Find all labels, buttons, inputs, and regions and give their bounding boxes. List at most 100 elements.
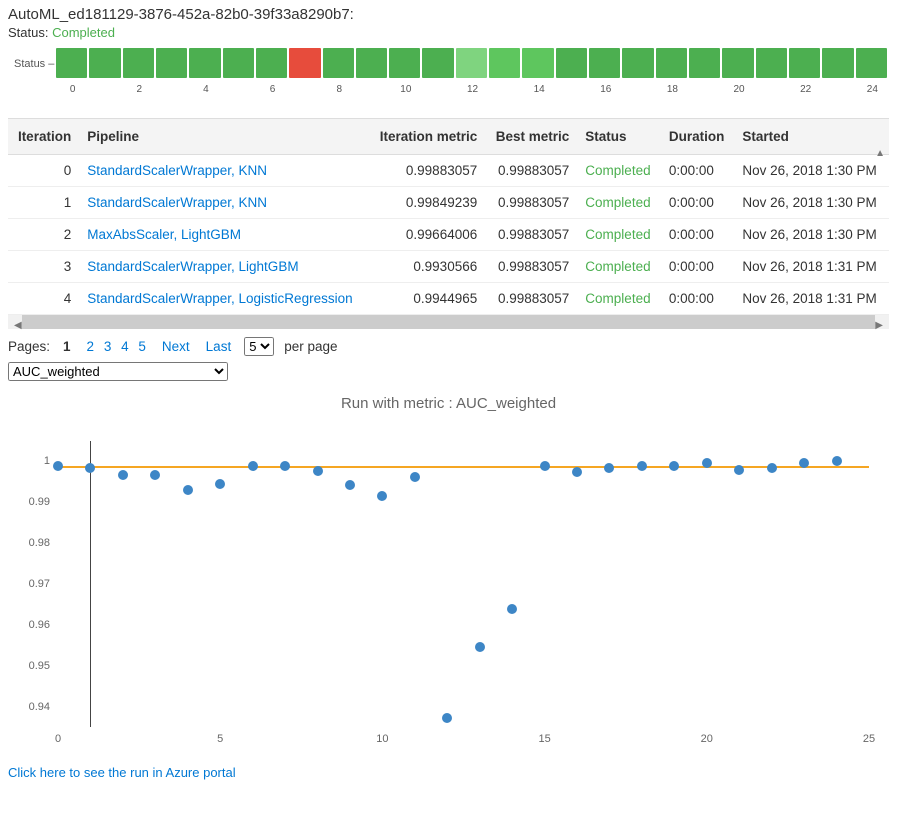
status-cell[interactable] bbox=[356, 48, 387, 78]
status-cell[interactable] bbox=[689, 48, 720, 78]
chart-point[interactable] bbox=[280, 461, 290, 471]
hscroll-right-icon[interactable]: ▶ bbox=[875, 320, 883, 331]
status-cell[interactable] bbox=[756, 48, 787, 78]
status-cell[interactable] bbox=[722, 48, 753, 78]
pipeline-link[interactable]: StandardScalerWrapper, LogisticRegressio… bbox=[87, 291, 352, 306]
cell-iter-metric: 0.99883057 bbox=[369, 155, 486, 187]
per-page-suffix: per page bbox=[284, 339, 337, 354]
chart-point[interactable] bbox=[669, 461, 679, 471]
chart-ytick: 1 bbox=[44, 455, 50, 467]
col-best-metric[interactable]: Best metric bbox=[485, 119, 577, 155]
cell-iteration: 0 bbox=[8, 155, 79, 187]
col-pipeline[interactable]: Pipeline bbox=[79, 119, 368, 155]
chart-point[interactable] bbox=[604, 463, 614, 473]
chart-point[interactable] bbox=[540, 461, 550, 471]
status-value: Completed bbox=[52, 25, 115, 40]
status-xtick: 14 bbox=[534, 84, 545, 95]
table-row: 0StandardScalerWrapper, KNN0.998830570.9… bbox=[8, 155, 889, 187]
chart-point[interactable] bbox=[215, 479, 225, 489]
table-row: 2MaxAbsScaler, LightGBM0.996640060.99883… bbox=[8, 219, 889, 251]
chart-point[interactable] bbox=[572, 467, 582, 477]
col-iter-metric[interactable]: Iteration metric bbox=[369, 119, 486, 155]
status-cell[interactable] bbox=[489, 48, 520, 78]
chart-ytick: 0.98 bbox=[29, 537, 50, 549]
cell-status: Completed bbox=[585, 163, 650, 178]
status-cell[interactable] bbox=[223, 48, 254, 78]
chart-xtick: 20 bbox=[701, 733, 713, 745]
status-cell[interactable] bbox=[89, 48, 120, 78]
cell-duration: 0:00:00 bbox=[661, 187, 735, 219]
chart-point[interactable] bbox=[183, 485, 193, 495]
pager-label: Pages: bbox=[8, 339, 50, 354]
hscroll-left-icon[interactable]: ◀ bbox=[14, 320, 22, 331]
chart-point[interactable] bbox=[53, 461, 63, 471]
chart-point[interactable] bbox=[767, 463, 777, 473]
chart-point[interactable] bbox=[637, 461, 647, 471]
status-label: Status: bbox=[8, 25, 52, 40]
run-name: AutoML_ed181129-3876-452a-82b0-39f33a829… bbox=[8, 6, 889, 23]
chart-point[interactable] bbox=[832, 456, 842, 466]
cell-started: Nov 26, 2018 1:31 PM bbox=[734, 251, 889, 283]
pager-last[interactable]: Last bbox=[203, 339, 235, 354]
chart-point[interactable] bbox=[507, 604, 517, 614]
status-xtick: 4 bbox=[203, 84, 209, 95]
col-iteration[interactable]: Iteration bbox=[8, 119, 79, 155]
status-cell[interactable] bbox=[389, 48, 420, 78]
status-cell[interactable] bbox=[622, 48, 653, 78]
hscroll-thumb[interactable] bbox=[22, 315, 875, 329]
pager-page[interactable]: 5 bbox=[135, 339, 149, 354]
chart-point[interactable] bbox=[118, 470, 128, 480]
pager-page[interactable]: 2 bbox=[84, 339, 98, 354]
status-cell[interactable] bbox=[822, 48, 853, 78]
chart-point[interactable] bbox=[150, 470, 160, 480]
table-row: 4StandardScalerWrapper, LogisticRegressi… bbox=[8, 283, 889, 315]
vscroll-up-icon[interactable]: ▲ bbox=[875, 148, 885, 159]
chart-point[interactable] bbox=[248, 461, 258, 471]
pager-page[interactable]: 3 bbox=[101, 339, 115, 354]
status-cell[interactable] bbox=[556, 48, 587, 78]
hscroll-track[interactable]: ◀ ▶ bbox=[8, 315, 889, 329]
pipeline-link[interactable]: StandardScalerWrapper, LightGBM bbox=[87, 259, 298, 274]
pager-next[interactable]: Next bbox=[159, 339, 193, 354]
pager-page[interactable]: 4 bbox=[118, 339, 132, 354]
pager: Pages: 1 2 3 4 5 Next Last 5 per page bbox=[8, 337, 889, 356]
status-cell[interactable] bbox=[156, 48, 187, 78]
chart-point[interactable] bbox=[313, 466, 323, 476]
col-status[interactable]: Status bbox=[577, 119, 661, 155]
status-cell[interactable] bbox=[522, 48, 553, 78]
status-cell[interactable] bbox=[256, 48, 287, 78]
cell-status: Completed bbox=[585, 259, 650, 274]
status-cell[interactable] bbox=[789, 48, 820, 78]
status-cell[interactable] bbox=[56, 48, 87, 78]
status-cell[interactable] bbox=[189, 48, 220, 78]
cell-best-metric: 0.99883057 bbox=[485, 187, 577, 219]
cell-iter-metric: 0.99664006 bbox=[369, 219, 486, 251]
status-cell[interactable] bbox=[422, 48, 453, 78]
pipeline-link[interactable]: StandardScalerWrapper, KNN bbox=[87, 163, 267, 178]
status-xtick: 2 bbox=[137, 84, 143, 95]
chart-point[interactable] bbox=[410, 472, 420, 482]
chart-point[interactable] bbox=[734, 465, 744, 475]
status-cell[interactable] bbox=[656, 48, 687, 78]
metric-chart[interactable]: Run with metric : AUC_weighted 0.940.950… bbox=[8, 395, 889, 755]
status-cell[interactable] bbox=[323, 48, 354, 78]
metric-select[interactable]: AUC_weighted bbox=[8, 362, 228, 381]
status-cell[interactable] bbox=[589, 48, 620, 78]
chart-point[interactable] bbox=[85, 463, 95, 473]
chart-point[interactable] bbox=[475, 642, 485, 652]
col-started[interactable]: Started bbox=[734, 119, 889, 155]
chart-point[interactable] bbox=[442, 713, 452, 723]
pipeline-link[interactable]: StandardScalerWrapper, KNN bbox=[87, 195, 267, 210]
chart-xtick: 15 bbox=[538, 733, 550, 745]
status-cell[interactable] bbox=[856, 48, 887, 78]
chart-point[interactable] bbox=[345, 480, 355, 490]
status-cell[interactable] bbox=[123, 48, 154, 78]
pipeline-link[interactable]: MaxAbsScaler, LightGBM bbox=[87, 227, 241, 242]
status-cell[interactable] bbox=[289, 48, 320, 78]
chart-point[interactable] bbox=[799, 458, 809, 468]
azure-portal-link[interactable]: Click here to see the run in Azure porta… bbox=[8, 765, 236, 780]
col-duration[interactable]: Duration bbox=[661, 119, 735, 155]
per-page-select[interactable]: 5 bbox=[244, 337, 274, 356]
status-cell[interactable] bbox=[456, 48, 487, 78]
chart-point[interactable] bbox=[377, 491, 387, 501]
